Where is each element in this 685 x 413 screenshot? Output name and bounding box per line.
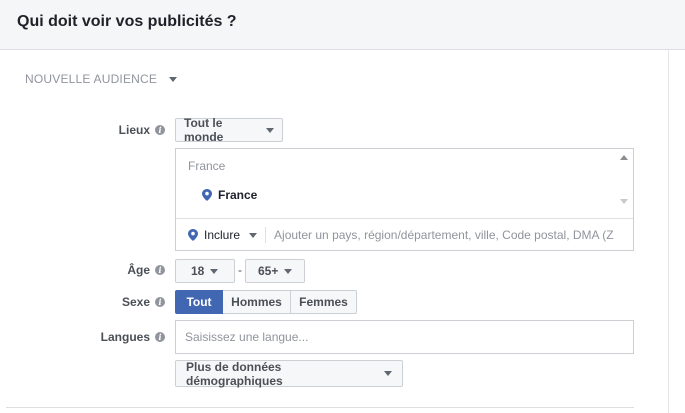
chevron-down-icon — [284, 268, 293, 274]
gender-label: Sexe — [121, 295, 150, 309]
location-group-label: France — [188, 159, 226, 173]
audience-selector-label: NOUVELLE AUDIENCE — [25, 72, 158, 86]
section-divider — [6, 407, 634, 408]
age-min-dropdown[interactable]: 18 — [175, 259, 235, 283]
scroll-down-icon[interactable] — [620, 199, 628, 204]
chevron-down-icon — [169, 76, 178, 82]
section-title: Qui doit voir vos publicités ? — [17, 13, 237, 30]
gender-option-all[interactable]: Tout — [175, 290, 223, 314]
chevron-down-icon — [266, 127, 274, 133]
location-scope-label: Tout le monde — [184, 116, 224, 144]
divider — [265, 227, 267, 243]
location-add-row: Inclure — [176, 220, 633, 250]
languages-label: Langues — [100, 330, 150, 344]
more-demographics-label: Plus de données démographiques — [186, 359, 283, 388]
chevron-down-icon — [249, 232, 258, 238]
right-divider — [668, 50, 669, 413]
location-pin-icon — [202, 189, 212, 201]
age-max-value: 65+ — [258, 264, 279, 278]
age-min-value: 18 — [191, 264, 205, 278]
locations-box: France France Inclure — [175, 148, 634, 251]
info-icon[interactable]: i — [155, 265, 165, 275]
include-dropdown[interactable]: Inclure — [188, 228, 258, 242]
include-label: Inclure — [204, 228, 241, 242]
info-icon[interactable]: i — [155, 332, 165, 342]
languages-label-row: Langues i — [25, 329, 165, 345]
locations-label-row: Lieux i — [25, 122, 165, 138]
age-max-dropdown[interactable]: 65+ — [245, 259, 305, 283]
language-input[interactable] — [175, 320, 634, 354]
age-separator: - — [238, 263, 242, 277]
section-header: Qui doit voir vos publicités ? — [0, 0, 685, 50]
location-item-name: France — [218, 188, 258, 202]
gender-selector: Tout Hommes Femmes — [175, 290, 357, 314]
info-icon[interactable]: i — [155, 125, 165, 135]
audience-selector[interactable]: NOUVELLE AUDIENCE — [25, 72, 178, 86]
gender-label-row: Sexe i — [25, 294, 165, 310]
locations-label: Lieux — [118, 123, 150, 137]
scroll-up-icon[interactable] — [620, 155, 628, 160]
location-pin-icon — [188, 229, 198, 241]
locations-scrollbar[interactable] — [617, 149, 633, 219]
location-item[interactable]: France — [202, 188, 257, 202]
age-label: Âge — [127, 263, 150, 277]
location-search-input[interactable] — [274, 228, 633, 242]
chevron-down-icon — [384, 371, 392, 376]
chevron-down-icon — [210, 268, 219, 274]
age-label-row: Âge i — [25, 262, 165, 278]
location-scope-dropdown[interactable]: Tout le monde — [175, 116, 283, 144]
gender-option-women[interactable]: Femmes — [290, 290, 357, 314]
more-demographics-dropdown[interactable]: Plus de données démographiques — [175, 359, 403, 388]
gender-option-men[interactable]: Hommes — [222, 290, 291, 314]
locations-list: France France — [176, 149, 633, 219]
info-icon[interactable]: i — [155, 297, 165, 307]
